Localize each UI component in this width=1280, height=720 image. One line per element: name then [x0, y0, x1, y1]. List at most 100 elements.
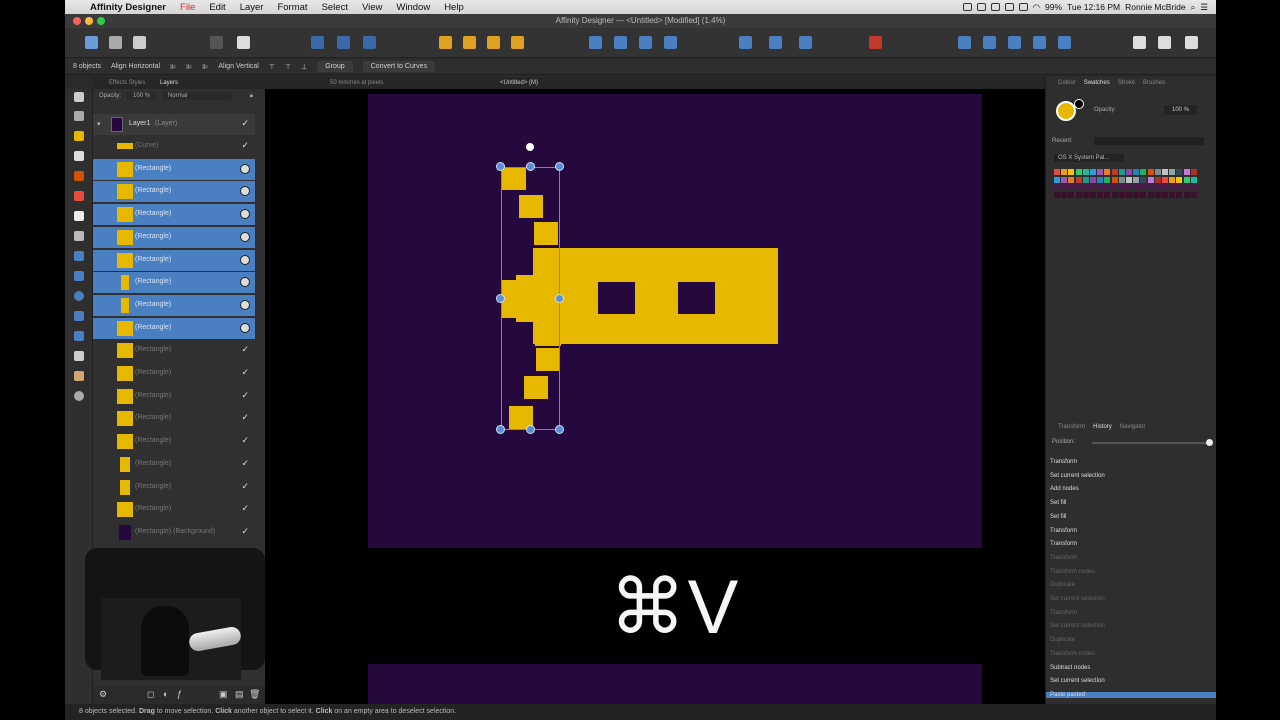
disclosure-icon[interactable]: ▾ — [97, 120, 101, 128]
opacity-field[interactable]: 100 % — [127, 92, 157, 100]
move-back-icon[interactable] — [439, 36, 452, 49]
persona-pixel-icon[interactable] — [109, 36, 122, 49]
swatch-cell[interactable] — [1111, 191, 1118, 198]
history-slider[interactable] — [1092, 442, 1210, 444]
visibility-toggle-icon[interactable] — [240, 277, 250, 288]
swatch-cell[interactable] — [1147, 191, 1154, 198]
rotation-handle[interactable] — [526, 143, 534, 151]
view-mode-icon[interactable] — [1133, 36, 1146, 49]
stroke-colour-well[interactable] — [1074, 99, 1084, 109]
swatch-cell[interactable] — [1075, 176, 1082, 183]
tab-navigator[interactable]: Navigator — [1120, 424, 1146, 430]
swatch-cell[interactable] — [1154, 184, 1161, 190]
swatch-cell[interactable] — [1075, 184, 1082, 190]
align-bottom-icon[interactable]: ⊥ — [301, 63, 307, 71]
opacity-field[interactable]: 100 % — [1164, 105, 1198, 115]
swatch-cell[interactable] — [1068, 169, 1075, 175]
tab-effects-styles[interactable]: Effects Styles — [109, 80, 145, 86]
swatch-cell[interactable] — [1061, 191, 1068, 198]
swatch-cell[interactable] — [1118, 169, 1125, 175]
history-item[interactable]: Set fill — [1050, 514, 1066, 520]
convert-to-curves-button[interactable]: Convert to Curves — [362, 61, 436, 72]
history-item[interactable]: Set current selection — [1050, 596, 1105, 602]
bar-window-left[interactable] — [598, 282, 635, 314]
swatch-cell[interactable] — [1090, 176, 1096, 183]
node-tool-icon[interactable] — [74, 111, 84, 121]
swatch-cell[interactable] — [1075, 191, 1082, 198]
snap-icon[interactable] — [311, 36, 324, 49]
align-top-icon[interactable]: ⊤ — [269, 63, 275, 71]
recent-swatches[interactable] — [1094, 137, 1204, 145]
swatch-cell[interactable] — [1061, 184, 1068, 190]
preferences-icon[interactable] — [237, 36, 250, 49]
swatch-cell[interactable] — [1162, 176, 1168, 183]
visibility-check[interactable]: ✓ — [241, 481, 249, 492]
swatch-cell[interactable] — [1190, 191, 1197, 198]
menu-view[interactable]: View — [355, 2, 389, 13]
bar-window-right[interactable] — [678, 282, 715, 314]
menu-select[interactable]: Select — [315, 2, 355, 13]
visibility-check[interactable]: ✓ — [241, 344, 249, 355]
swatch-cell[interactable] — [1104, 191, 1111, 198]
layer-row[interactable]: (Rectangle) ✓ — [93, 340, 255, 361]
fx-icon[interactable]: ƒ — [177, 689, 182, 699]
swatch-cell[interactable] — [1183, 169, 1190, 175]
brush-tool-icon[interactable] — [74, 171, 84, 181]
swatch-cell[interactable] — [1068, 176, 1075, 183]
swatch-cell[interactable] — [1176, 169, 1183, 175]
rectangle-tool-icon[interactable] — [74, 271, 84, 281]
swatch-cell[interactable] — [1140, 191, 1147, 198]
tab-colour[interactable]: Colour — [1058, 80, 1076, 86]
hand-tool-icon[interactable] — [74, 371, 84, 381]
swatch-cell[interactable] — [1154, 176, 1161, 183]
fill-colour-well[interactable] — [1056, 101, 1076, 121]
swatch-cell[interactable] — [1111, 169, 1118, 175]
layer-row[interactable]: (Rectangle) — [93, 204, 255, 226]
tray-icon[interactable] — [962, 3, 972, 11]
boolean-subtract-icon[interactable] — [983, 36, 996, 49]
layer-row[interactable]: (Rectangle) — [93, 249, 255, 271]
swatch-cell[interactable] — [1061, 169, 1068, 175]
swatch-cell[interactable] — [1190, 176, 1197, 183]
list-icon[interactable]: ☰ — [1200, 2, 1208, 13]
history-item[interactable]: Set current selection — [1050, 678, 1105, 684]
swatch-cell[interactable] — [1075, 169, 1082, 175]
swatch-cell[interactable] — [1176, 184, 1183, 190]
history-slider-thumb[interactable] — [1206, 439, 1213, 446]
history-item[interactable]: Transform nodes — [1050, 651, 1095, 657]
menu-layer[interactable]: Layer — [233, 2, 271, 13]
swatch-cell[interactable] — [1162, 169, 1168, 175]
triangle-tool-icon[interactable] — [74, 331, 84, 341]
pencil-tool-icon[interactable] — [74, 151, 84, 161]
resize-handle[interactable] — [496, 294, 505, 303]
align-right-icon[interactable]: ⊫ — [202, 63, 208, 71]
visibility-toggle-icon[interactable] — [240, 209, 250, 220]
boolean-add-icon[interactable] — [958, 36, 971, 49]
tab-history[interactable]: History — [1093, 424, 1112, 430]
user-name[interactable]: Ronnie McBride — [1125, 2, 1185, 12]
tab-brushes[interactable]: Brushes — [1143, 80, 1165, 86]
settings-icon[interactable]: ⚙ — [99, 689, 107, 700]
swatch-cell[interactable] — [1118, 191, 1125, 198]
swatch-cell[interactable] — [1082, 169, 1089, 175]
minimize-window-icon[interactable] — [85, 17, 93, 25]
text-tool-icon[interactable] — [74, 351, 84, 361]
layer-row[interactable]: (Rectangle) ✓ — [93, 431, 255, 452]
menu-edit[interactable]: Edit — [202, 2, 232, 13]
tray-icon[interactable] — [1018, 3, 1028, 11]
boolean-xor-icon[interactable] — [1033, 36, 1046, 49]
swatch-cell[interactable] — [1126, 191, 1132, 198]
visibility-toggle-icon[interactable] — [240, 299, 250, 310]
swatch-cell[interactable] — [1183, 191, 1190, 198]
swatch-cell[interactable] — [1126, 169, 1132, 175]
swatch-cell[interactable] — [1097, 184, 1104, 190]
transparency-tool-icon[interactable] — [74, 211, 84, 221]
visibility-check[interactable]: ✓ — [241, 412, 249, 423]
swatch-cell[interactable] — [1104, 169, 1111, 175]
swatch-cell[interactable] — [1082, 184, 1089, 190]
swatch-cell[interactable] — [1154, 191, 1161, 198]
lock-icon[interactable]: 🔒︎ — [250, 93, 253, 100]
swatch-cell[interactable] — [1126, 184, 1132, 190]
snap-grid-icon[interactable] — [363, 36, 376, 49]
history-item[interactable]: Duplicate — [1050, 637, 1075, 643]
